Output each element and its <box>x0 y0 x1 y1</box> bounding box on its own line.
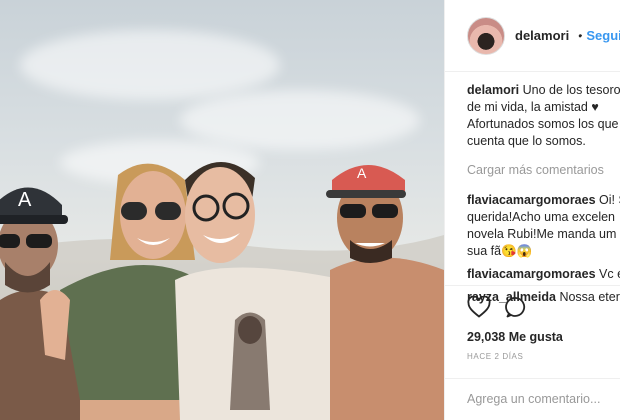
header-username[interactable]: delamori <box>515 28 569 43</box>
caption-line: Afortunados somos los que <box>467 117 619 131</box>
caption-line: cuenta que lo somos. <box>467 134 586 148</box>
post-timestamp: HACE 2 DÍAS <box>467 352 524 361</box>
heart-icon[interactable] <box>467 294 491 323</box>
comment-text: querida!Acho uma excelen <box>467 210 616 224</box>
post-header: delamori • Seguir <box>445 0 620 72</box>
comment-text: Oi! S <box>599 193 620 207</box>
caption-line: delamori Uno de los tesoros <box>467 83 620 97</box>
post-side-panel: delamori • Seguir delamori Uno de los te… <box>444 0 620 420</box>
add-comment-bar <box>445 378 620 420</box>
comment-item: flaviacamargomoraes Vc é <box>467 266 620 283</box>
action-icons <box>467 294 620 323</box>
caption-line: de mi vida, la amistad ♥ <box>467 100 599 114</box>
comment-text: sua fã😘😱 <box>467 244 533 258</box>
comment-username[interactable]: flaviacamargomoraes <box>467 193 596 207</box>
comment-bubble-icon[interactable] <box>505 296 527 323</box>
caption-username[interactable]: delamori <box>467 83 519 97</box>
comment-text: novela Rubi!Me manda um <box>467 227 617 241</box>
load-more-comments-link[interactable]: Cargar más comentarios <box>467 162 620 179</box>
follow-button[interactable]: Seguir <box>586 28 620 43</box>
post-actions: 29,038 Me gusta HACE 2 DÍAS <box>445 285 620 361</box>
group-of-friends-illustration: A A <box>0 161 444 420</box>
comment-username[interactable]: flaviacamargomoraes <box>467 267 596 281</box>
post-photo[interactable]: A A <box>0 0 444 420</box>
svg-text:A: A <box>357 165 367 181</box>
post-caption: delamori Uno de los tesoros de mi vida, … <box>467 82 620 150</box>
comment-text: Vc é <box>599 267 620 281</box>
person-right: A <box>326 165 444 420</box>
comment-item: flaviacamargomoraes Oi! S querida!Acho u… <box>467 192 620 260</box>
comments-section: delamori Uno de los tesoros de mi vida, … <box>445 72 620 306</box>
svg-text:A: A <box>18 189 32 211</box>
likes-count[interactable]: 29,038 Me gusta <box>467 330 620 344</box>
comment-input[interactable] <box>467 392 620 406</box>
avatar[interactable] <box>467 16 505 55</box>
